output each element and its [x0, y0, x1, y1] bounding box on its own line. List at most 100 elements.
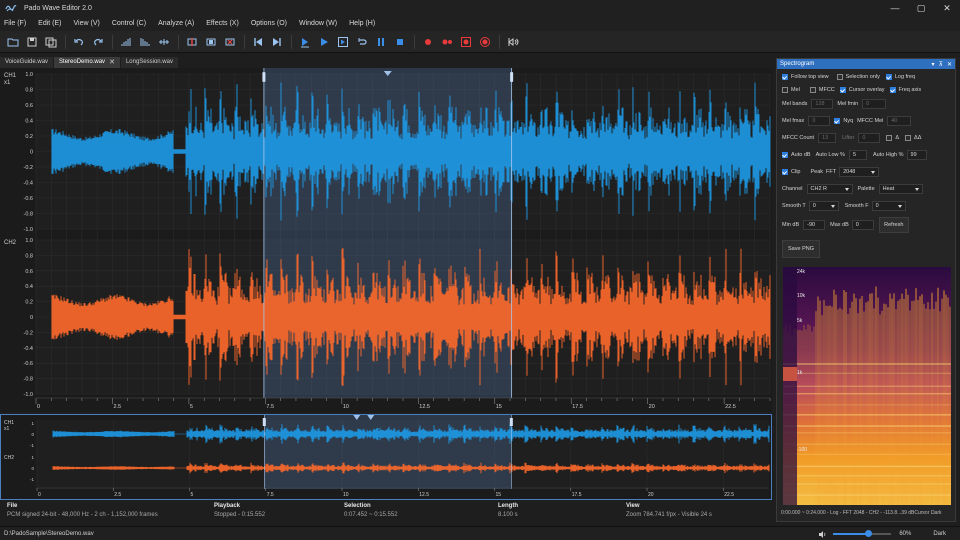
max-db-input[interactable]: 0 [851, 220, 874, 230]
volume-slider[interactable] [833, 530, 892, 537]
selection-only-checkbox[interactable] [836, 74, 843, 80]
palette-select[interactable]: Heat [878, 184, 923, 194]
tab-voiceguide[interactable]: VoiceGuide.wav [0, 57, 54, 68]
go-start-icon[interactable] [249, 33, 266, 50]
close-tab-icon[interactable]: ✕ [109, 57, 115, 68]
smooth-f-select[interactable]: 0 [871, 201, 906, 211]
freq-axis-checkbox[interactable] [889, 87, 896, 93]
volume-knob[interactable] [864, 530, 872, 537]
auto-low-input[interactable]: 5 [848, 150, 867, 160]
monitor-icon[interactable] [504, 33, 521, 50]
menu-analyze[interactable]: Analyze (A) [158, 20, 194, 27]
overview-canvas[interactable]: CH1 x1 CH2 10-110-10 2.5 5 7.5 10 12.5 15 17.5 2… [1, 415, 771, 499]
file-path: D:\PadoSample\StereoDemo.wav [4, 530, 94, 537]
auto-high-input[interactable]: 99 [906, 150, 927, 160]
info-length-label: Length [498, 503, 518, 509]
selection-start-handle[interactable] [262, 72, 266, 82]
selection-end-handle[interactable] [510, 72, 514, 82]
menu-effects[interactable]: Effects (X) [206, 20, 239, 27]
auto-db-checkbox[interactable] [782, 152, 788, 158]
cut-selection-icon[interactable] [183, 33, 200, 50]
record-append-icon[interactable] [438, 33, 455, 50]
mel-fmin-input[interactable]: 0 [862, 99, 887, 109]
overview-start-handle[interactable] [262, 418, 266, 426]
save-icon[interactable] [23, 33, 40, 50]
overview-end-handle[interactable] [509, 418, 513, 426]
panel-close-icon[interactable]: ✕ [947, 61, 952, 68]
mel-fmax-input[interactable]: 0 [808, 116, 831, 126]
minimize-button[interactable]: — [882, 0, 908, 16]
speaker-icon[interactable] [818, 530, 827, 539]
spectrogram-canvas[interactable]: 24k 10k 5k 1k -100 [783, 267, 951, 505]
play-selection-icon[interactable] [334, 33, 351, 50]
tab-longsession[interactable]: LongSession.wav [120, 57, 178, 68]
mfcc-count-input[interactable]: 13 [818, 133, 837, 143]
record-stop-icon[interactable] [476, 33, 493, 50]
fade-out-icon[interactable] [136, 33, 153, 50]
close-button[interactable]: ✕ [934, 0, 960, 16]
fft-size-select[interactable]: 2048 [839, 167, 880, 177]
spectrogram-panel: Spectrogram ▾ ⊼ ✕ Follow top view Select… [776, 58, 956, 522]
fade-in-icon[interactable] [117, 33, 134, 50]
redo-icon[interactable] [89, 33, 106, 50]
pin-icon[interactable]: ⊼ [939, 61, 943, 68]
delete-selection-icon[interactable] [221, 33, 238, 50]
channel-select[interactable]: CH2 R [806, 184, 853, 194]
menu-window[interactable]: Window (W) [299, 20, 337, 27]
lifter-input[interactable]: 0 [858, 133, 881, 143]
spectrogram-column [801, 330, 803, 505]
log-freq-checkbox[interactable] [885, 74, 892, 80]
overview-navigator[interactable]: CH1 x1 CH2 1 0 -1 1 0 -1 0 2.5 5 7.5 10 12.5 15 17.5 2… [0, 414, 772, 500]
nyq-checkbox[interactable] [834, 118, 841, 124]
maximize-button[interactable]: ▢ [908, 0, 934, 16]
record-selection-icon[interactable] [457, 33, 474, 50]
spectrogram-column [919, 296, 921, 505]
undo-icon[interactable] [70, 33, 87, 50]
trim-selection-icon[interactable] [202, 33, 219, 50]
record-icon[interactable] [419, 33, 436, 50]
play-icon[interactable] [315, 33, 332, 50]
toolbar-separator [65, 34, 66, 49]
overview-tick-label: 12.5 [419, 492, 429, 498]
delta-checkbox[interactable] [886, 135, 893, 141]
time-tick-label: 22.5 [725, 404, 736, 410]
play-from-start-icon[interactable] [296, 33, 313, 50]
ch1-amplitude-tick: 0.8 [25, 88, 33, 94]
menu-help[interactable]: Help (H) [349, 20, 375, 27]
overview-selection[interactable] [264, 415, 512, 489]
loop-icon[interactable] [353, 33, 370, 50]
follow-top-view-checkbox[interactable] [782, 74, 788, 80]
pause-icon[interactable] [372, 33, 389, 50]
cursor-overlay-checkbox[interactable] [839, 87, 846, 93]
time-tick-label: 15 [496, 404, 502, 410]
waveform-canvas[interactable]: CH1 x1 CH2 1.0 0.8 0.6 0.4 0.2 0 -0.2 -0.4 -0.6 -… [0, 68, 772, 412]
harmonic-band [783, 385, 951, 388]
ch1-amplitude-tick: -0.8 [24, 212, 33, 218]
refresh-button[interactable]: Refresh [878, 217, 909, 233]
smooth-t-select[interactable]: 0 [808, 201, 839, 211]
mfcc-checkbox[interactable] [809, 87, 816, 93]
go-end-icon[interactable] [268, 33, 285, 50]
tab-stereodemo[interactable]: StereoDemo.wav ✕ [54, 57, 120, 68]
panel-menu-icon[interactable]: ▾ [932, 61, 935, 68]
mfcc-mel-input[interactable]: 40 [887, 116, 912, 126]
menu-file[interactable]: File (F) [4, 20, 26, 27]
menu-options[interactable]: Options (O) [251, 20, 287, 27]
stop-icon[interactable] [391, 33, 408, 50]
auto-db-label: Auto dB [791, 152, 811, 158]
open-folder-icon[interactable] [4, 33, 21, 50]
save-as-icon[interactable] [42, 33, 59, 50]
delta-delta-checkbox[interactable] [905, 135, 912, 141]
theme-indicator[interactable]: Dark [933, 531, 946, 537]
spectrogram-image[interactable]: 24k 10k 5k 1k -100 [783, 267, 951, 505]
menu-control[interactable]: Control (C) [112, 20, 146, 27]
normalize-icon[interactable] [155, 33, 172, 50]
menu-view[interactable]: View (V) [74, 20, 100, 27]
min-db-input[interactable]: -90 [803, 220, 826, 230]
main-waveform-view[interactable]: CH1 x1 CH2 1.0 0.8 0.6 0.4 0.2 0 -0.2 -0.4 -0.6 -… [0, 68, 772, 412]
mel-bands-input[interactable]: 128 [811, 99, 834, 109]
mel-checkbox[interactable] [782, 87, 788, 93]
save-png-button[interactable]: Save PNG [782, 240, 820, 258]
clip-checkbox[interactable] [782, 169, 788, 175]
menu-edit[interactable]: Edit (E) [38, 20, 61, 27]
